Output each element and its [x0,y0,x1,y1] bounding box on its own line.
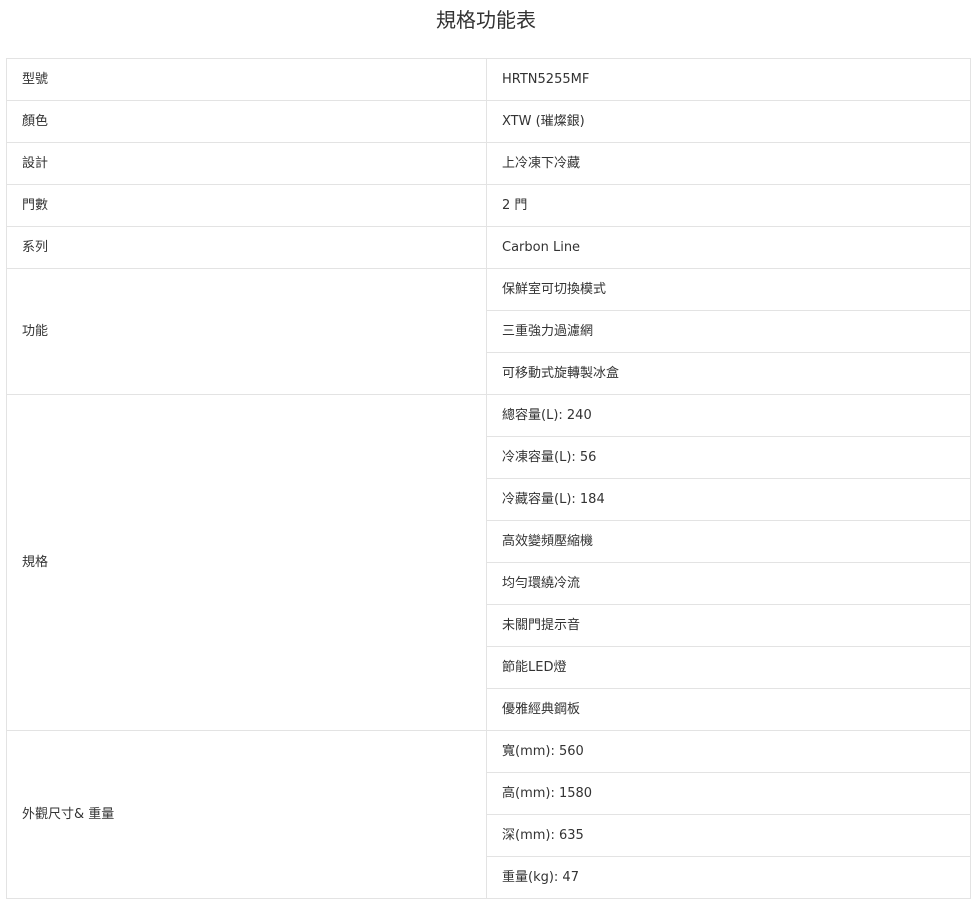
spec-value-cell: 2 門 [486,184,971,227]
spec-label-cell: 設計 [6,142,487,185]
spec-table: 型號 HRTN5255MF 顏色 XTW (璀燦銀) 設計 上冷凍下冷藏 門數 2 門系列 Ca… [6,58,971,899]
table-row: 規格 總容量(L): 240 [6,394,971,731]
spec-value-cell: 節能LED燈 [486,646,971,689]
table-row: 型號 HRTN5255MF [6,58,971,101]
spec-label-cell: 規格 [6,394,487,731]
table-row: 設計 上冷凍下冷藏 [6,142,971,185]
spec-label-cell: 功能 [6,268,487,395]
spec-value-cell: 寬(mm): 560 [486,730,971,773]
spec-label-cell: 型號 [6,58,487,101]
spec-value-cell: 上冷凍下冷藏 [486,142,971,185]
spec-value-cell: 優雅經典鋼板 [486,688,971,731]
table-row: 顏色 XTW (璀燦銀) [6,100,971,143]
spec-value-cell: Carbon Line [486,226,971,269]
spec-table-body: 型號 HRTN5255MF 顏色 XTW (璀燦銀) 設計 上冷凍下冷藏 門數 2 門系列 Ca… [6,58,971,899]
table-row: 外觀尺寸& 重量 寬(mm): 560 [6,730,971,899]
spec-value-cell: HRTN5255MF [486,58,971,101]
spec-label-cell: 顏色 [6,100,487,143]
spec-value-cell: 高效變頻壓縮機 [486,520,971,563]
spec-value-cell: 冷凍容量(L): 56 [486,436,971,479]
spec-value-cell: XTW (璀燦銀) [486,100,971,143]
spec-value-cell: 冷藏容量(L): 184 [486,478,971,521]
spec-value-cell: 深(mm): 635 [486,814,971,857]
spec-value-cell: 均勻環繞冷流 [486,562,971,605]
spec-label-cell: 門數 [6,184,487,227]
table-row: 功能 保鮮室可切換模式 [6,268,971,395]
page-title: 規格功能表 [436,8,536,32]
table-row: 系列 Carbon Line [6,226,971,269]
spec-label-cell: 系列 [6,226,487,269]
spec-value-cell: 可移動式旋轉製冰盒 [486,352,971,395]
spec-value-cell: 未關門提示音 [486,604,971,647]
spec-value-cell: 保鮮室可切換模式 [486,268,971,311]
spec-label-cell: 外觀尺寸& 重量 [6,730,487,899]
table-row: 門數 2 門 [6,184,971,227]
spec-value-cell: 三重強力過濾網 [486,310,971,353]
spec-value-cell: 總容量(L): 240 [486,394,971,437]
spec-value-cell: 重量(kg): 47 [486,856,971,899]
spec-value-cell: 高(mm): 1580 [486,772,971,815]
